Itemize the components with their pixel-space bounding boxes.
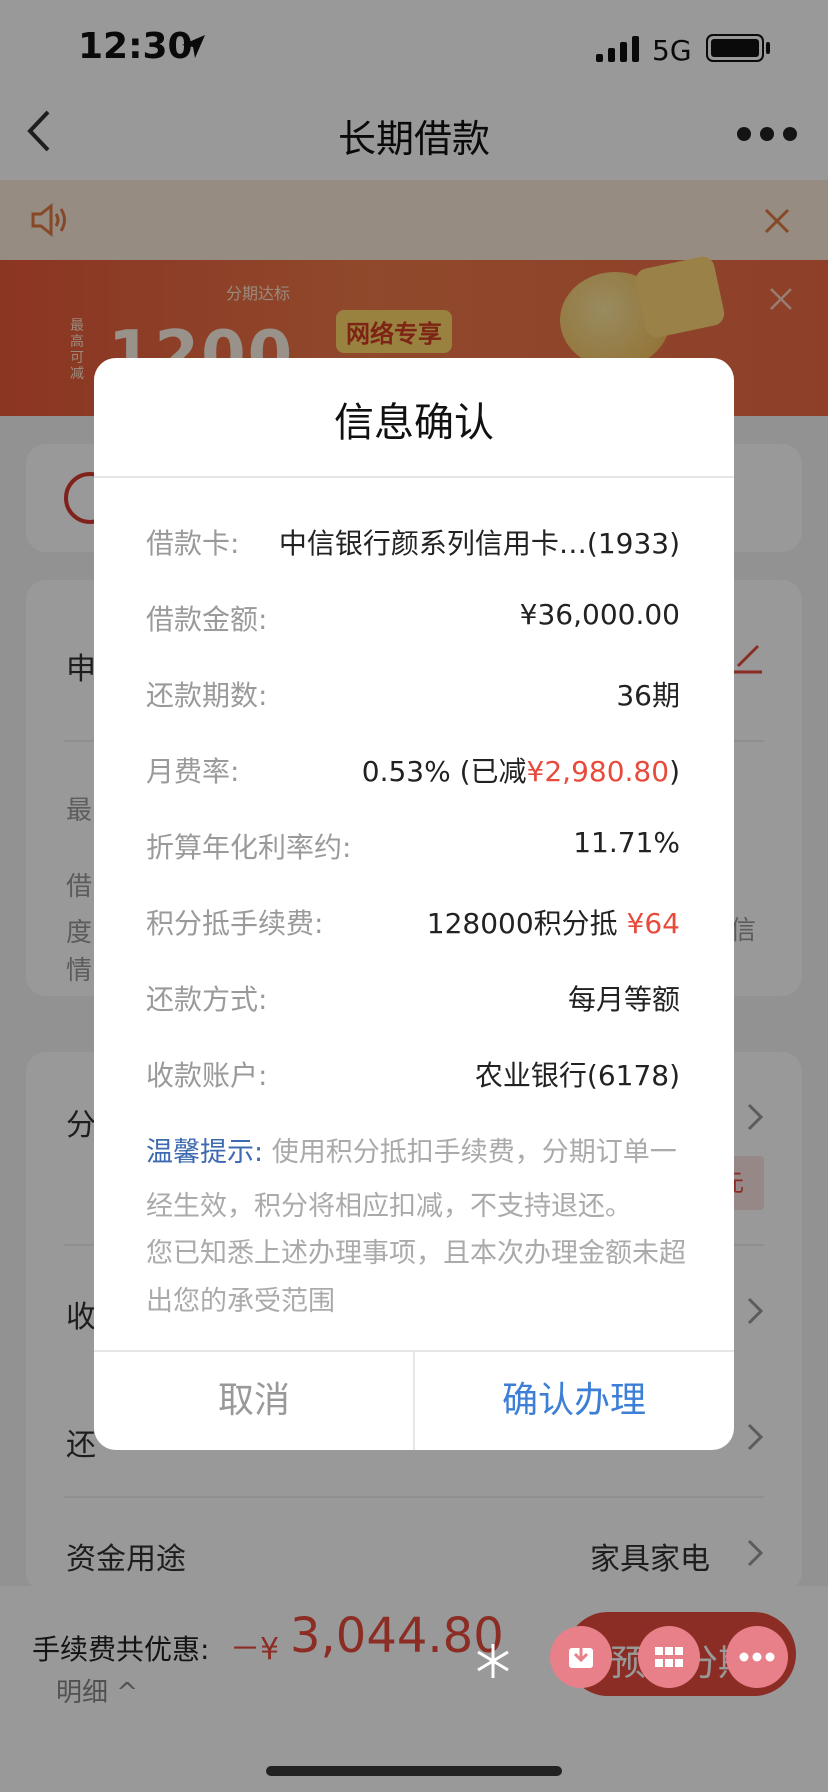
points-text: 128000积分抵 bbox=[426, 907, 627, 940]
row-label: 积分抵手续费: bbox=[146, 907, 324, 940]
monthly-rate-text: 0.53% (已减 bbox=[361, 755, 527, 788]
row-label: 还款期数: bbox=[146, 679, 268, 712]
points-deduct-amount: ¥64 bbox=[626, 907, 680, 940]
grid-icon bbox=[655, 1647, 683, 1667]
row-label: 收款账户: bbox=[146, 1059, 268, 1092]
periods-value: 36期 bbox=[616, 679, 680, 712]
home-indicator[interactable] bbox=[266, 1766, 562, 1776]
loan-card-value: 中信银行颜系列信用卡…(1933) bbox=[278, 527, 680, 560]
row-label: 借款卡: bbox=[146, 527, 240, 560]
sparkle-icon[interactable] bbox=[470, 1638, 516, 1684]
row-label: 月费率: bbox=[146, 755, 240, 788]
download-icon bbox=[569, 1644, 593, 1668]
row-label: 还款方式: bbox=[146, 983, 268, 1016]
row-label: 折算年化利率约: bbox=[146, 831, 352, 864]
repay-method-value: 每月等额 bbox=[567, 983, 680, 1016]
confirm-button[interactable]: 确认办理 bbox=[414, 1352, 734, 1450]
reduced-amount: ¥2,980.80 bbox=[526, 755, 670, 788]
dialog-divider bbox=[94, 476, 734, 478]
annual-rate-value: 11.71% bbox=[573, 826, 680, 859]
monthly-rate-suffix: ) bbox=[669, 755, 680, 788]
tip-paragraph: 温馨提示: 使用积分抵扣手续费，分期订单一经生效，积分将相应扣减，不支持退还。 bbox=[146, 1126, 686, 1234]
dialog-title: 信息确认 bbox=[334, 400, 494, 446]
row-label: 借款金额: bbox=[146, 603, 268, 636]
ellipsis-icon bbox=[739, 1652, 775, 1662]
acknowledgement-text: 您已知悉上述办理事项，且本次办理金额未超出您的承受范围 bbox=[146, 1238, 686, 1317]
loan-amount-value: ¥36,000.00 bbox=[519, 598, 680, 631]
tip-label: 温馨提示: bbox=[146, 1137, 264, 1168]
receive-account-value: 农业银行(6178) bbox=[474, 1059, 680, 1092]
monthly-rate-value: 0.53% (已减¥2,980.80) bbox=[362, 750, 680, 790]
cancel-button[interactable]: 取消 bbox=[94, 1352, 414, 1450]
points-fee-value: 128000积分抵 ¥64 bbox=[427, 902, 680, 942]
